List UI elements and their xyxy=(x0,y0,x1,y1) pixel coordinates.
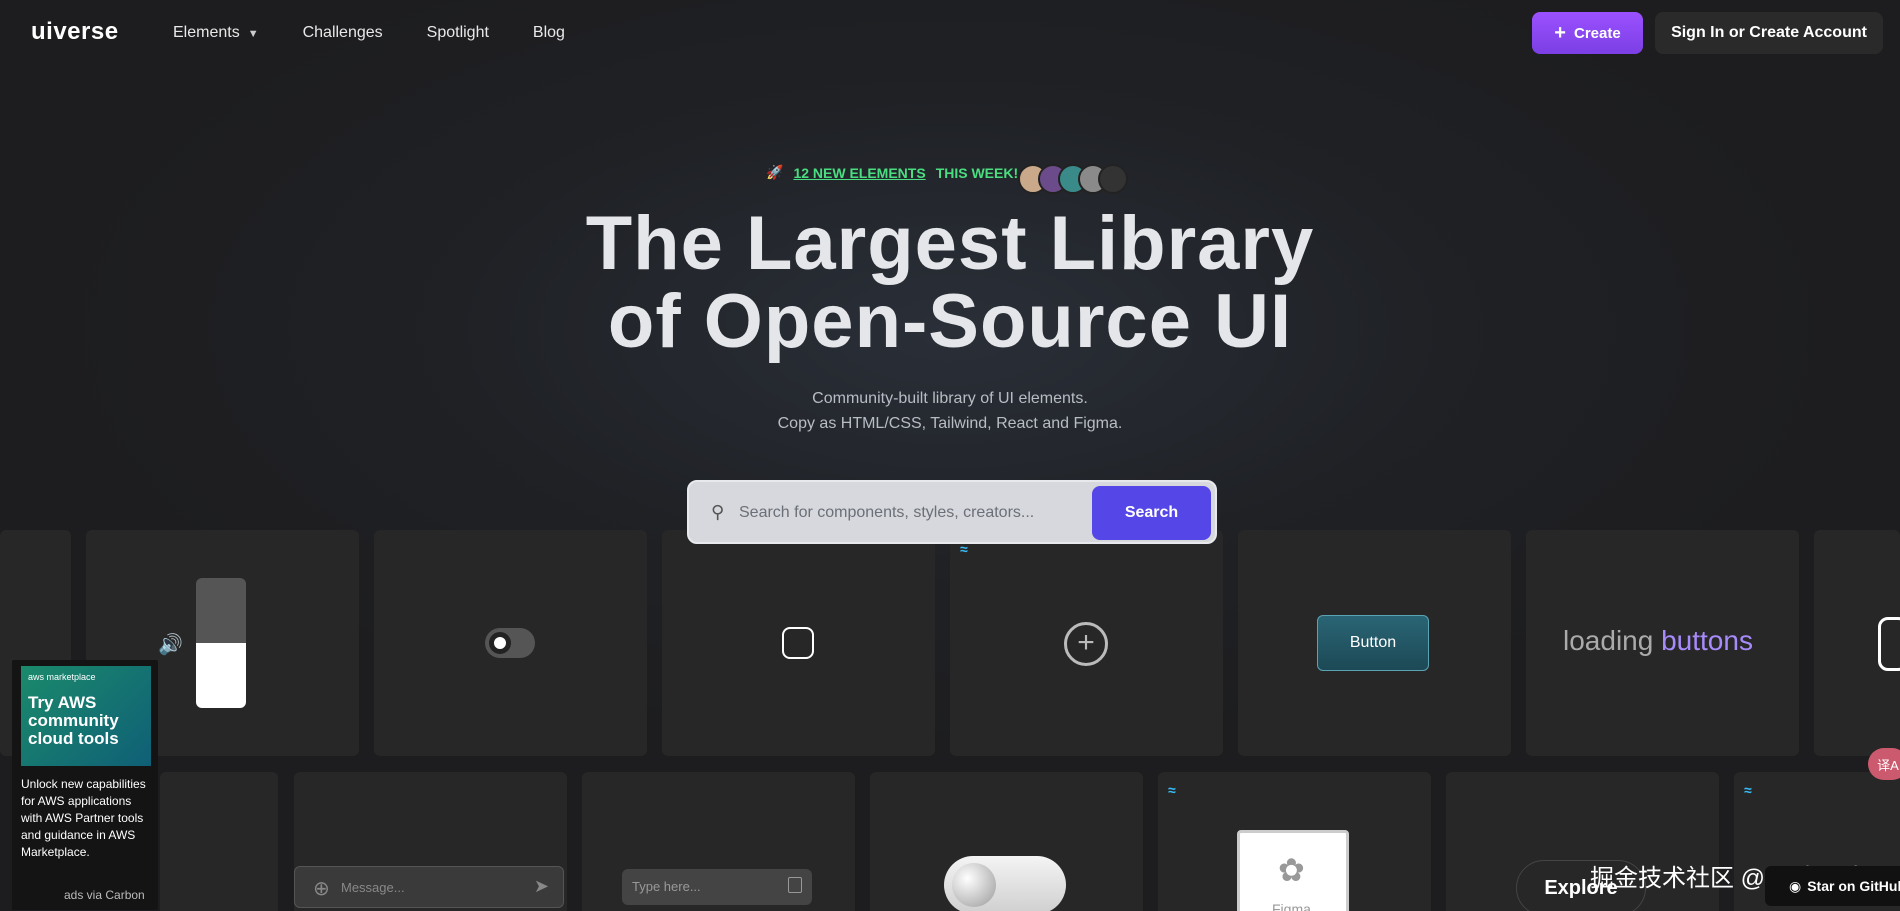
demo-button[interactable]: Button xyxy=(1317,615,1429,671)
github-label: Star on GitHub xyxy=(1807,878,1900,894)
translate-button[interactable]: 译A xyxy=(1868,748,1900,780)
search-icon: ⚲ xyxy=(711,502,725,522)
loading-buttons-text: loading buttons xyxy=(1563,625,1753,657)
type-placeholder: Type here... xyxy=(632,879,701,894)
main-nav: Elements ▼ Challenges Spotlight Blog xyxy=(173,24,565,42)
carbon-ad[interactable]: aws marketplace Try AWS community cloud … xyxy=(12,660,158,910)
tailwind-icon: ≈ xyxy=(1744,782,1752,798)
new-elements-badge: 🚀 12 NEW ELEMENTS THIS WEEK! xyxy=(766,164,1018,181)
page-subtitle: Community-built library of UI elements. … xyxy=(0,386,1900,436)
figma-card[interactable]: ✿ Figma xyxy=(1237,830,1349,911)
send-icon[interactable]: ➤ xyxy=(534,876,549,897)
plus-icon: + xyxy=(1554,22,1566,44)
chevron-down-icon: ▼ xyxy=(247,28,259,40)
speaker-icon: 🔊 xyxy=(158,634,183,656)
checkbox[interactable] xyxy=(782,627,814,659)
nav-blog[interactable]: Blog xyxy=(533,24,565,42)
search-bar: ⚲ Search for components, styles, creator… xyxy=(687,480,1217,544)
text-input[interactable]: Type here... xyxy=(622,869,812,905)
subtitle-line-1: Community-built library of UI elements. xyxy=(812,390,1088,407)
rocket-icon: 🚀 xyxy=(766,164,784,180)
create-button[interactable]: + Create xyxy=(1532,12,1643,54)
title-line-1: The Largest Library xyxy=(585,201,1315,286)
message-placeholder: Message... xyxy=(341,880,405,895)
toggle-knob xyxy=(489,632,511,654)
message-input[interactable]: ⊕ Message... ➤ xyxy=(294,866,564,908)
ad-image[interactable]: aws marketplace Try AWS community cloud … xyxy=(21,666,151,766)
search-input[interactable]: Search for components, styles, creators.… xyxy=(739,504,1034,522)
subtitle-line-2: Copy as HTML/CSS, Tailwind, React and Fi… xyxy=(777,415,1123,432)
pill-toggle[interactable] xyxy=(944,856,1066,911)
avatar[interactable] xyxy=(1098,164,1128,194)
add-icon[interactable]: ⊕ xyxy=(313,876,330,901)
site-logo[interactable]: uiverse xyxy=(31,18,119,46)
pill-knob xyxy=(952,863,996,907)
github-star-button[interactable]: ◉ Star on GitHub xyxy=(1765,866,1900,906)
new-elements-link[interactable]: 12 NEW ELEMENTS xyxy=(793,165,925,181)
nav-elements[interactable]: Elements ▼ xyxy=(173,24,259,42)
nav-challenges[interactable]: Challenges xyxy=(303,24,383,42)
edit-icon xyxy=(788,877,802,893)
title-line-2: of Open-Source UI xyxy=(607,279,1293,364)
page-title: The Largest Library of Open-Source UI xyxy=(0,205,1900,361)
card-preview-box[interactable] xyxy=(1878,617,1900,671)
badge-text: THIS WEEK! xyxy=(935,164,1019,181)
ad-via[interactable]: ads via Carbon xyxy=(64,888,145,902)
loading-word: loading xyxy=(1563,625,1654,656)
nav-spotlight[interactable]: Spotlight xyxy=(427,24,489,42)
sign-in-button[interactable]: Sign In or Create Account xyxy=(1655,12,1883,54)
nav-elements-label: Elements xyxy=(173,24,240,41)
ad-body[interactable]: Unlock new capabilities for AWS applicat… xyxy=(21,776,153,861)
plus-circle-icon[interactable]: + xyxy=(1064,622,1108,666)
search-button[interactable]: Search xyxy=(1092,486,1211,540)
figma-label: Figma xyxy=(1272,901,1311,911)
tailwind-icon: ≈ xyxy=(1168,782,1176,798)
creator-avatars xyxy=(1018,164,1128,194)
github-icon: ◉ xyxy=(1789,877,1802,894)
site-header: uiverse Elements ▼ Challenges Spotlight B… xyxy=(0,0,1900,66)
element-card[interactable] xyxy=(160,772,278,911)
create-label: Create xyxy=(1573,24,1621,42)
ad-headline: Try AWS community cloud tools xyxy=(28,693,119,748)
volume-slider[interactable] xyxy=(196,578,246,708)
toggle-switch[interactable] xyxy=(485,628,535,658)
ad-brand: aws marketplace xyxy=(28,672,96,682)
buttons-word: buttons xyxy=(1661,625,1753,656)
figma-icon: ✿ xyxy=(1278,852,1305,888)
volume-fill xyxy=(196,643,246,708)
